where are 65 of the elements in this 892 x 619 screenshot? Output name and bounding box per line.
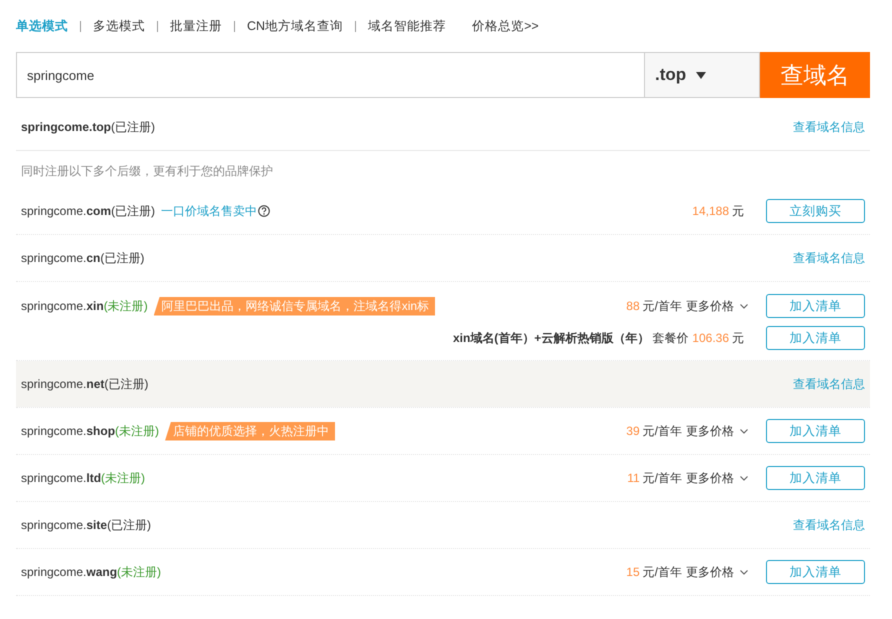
registration-status: (已注册) — [111, 202, 156, 220]
promo-tag: 店铺的优质选择，火热注册中 — [165, 422, 336, 440]
view-domain-info-link[interactable]: 查看域名信息 — [793, 516, 865, 534]
domain-name: springcome.xin — [21, 299, 104, 313]
bundle-price: 106.36 — [692, 331, 729, 345]
price-unit: 元/首年 — [642, 470, 682, 486]
domain-name: springcome.wang — [21, 565, 118, 579]
mode-tab[interactable]: CN地方域名查询 — [234, 20, 356, 32]
registration-status: (未注册) — [117, 564, 162, 580]
price-overview-link[interactable]: 价格总览>> — [472, 18, 539, 34]
registration-status: (已注册) — [111, 118, 156, 136]
chevron-down-icon — [740, 428, 748, 434]
domain-search-field[interactable]: springcome — [16, 52, 644, 98]
more-prices-link[interactable]: 更多价格 — [686, 470, 748, 486]
add-to-cart-button[interactable]: 加入清单 — [766, 419, 865, 443]
domain-name: springcome.shop — [21, 424, 116, 438]
domain-name: springcome.cn — [21, 251, 100, 265]
mode-tab[interactable]: 多选模式 — [80, 20, 157, 32]
domain-name: springcome.ltd — [21, 471, 102, 485]
add-to-cart-button[interactable]: 加入清单 — [766, 326, 865, 350]
registration-status: (已注册) — [100, 250, 144, 266]
view-domain-info-link[interactable]: 查看域名信息 — [793, 376, 865, 392]
domain-name: springcome.site — [21, 518, 108, 532]
chevron-down-icon — [740, 570, 748, 574]
view-domain-info-link[interactable]: 查看域名信息 — [793, 250, 865, 266]
mode-tab[interactable]: 批量注册 — [157, 20, 234, 32]
domain-name: springcome.top — [21, 120, 112, 134]
add-to-cart-button[interactable]: 加入清单 — [766, 560, 865, 584]
more-prices-link[interactable]: 更多价格 — [686, 298, 748, 314]
suffix-dropdown[interactable]: .top — [644, 52, 760, 98]
domain-name: springcome.net — [21, 377, 104, 391]
price: 88 — [626, 299, 640, 313]
registration-status: (已注册) — [104, 376, 148, 392]
hint-text: 同时注册以下多个后缀，更有利于您的品牌保护 — [21, 164, 273, 178]
registration-status: (未注册) — [104, 298, 148, 314]
chevron-down-icon — [740, 476, 748, 480]
price: 39 — [626, 424, 640, 438]
price-unit: 元/首年 — [642, 564, 682, 580]
more-prices-link[interactable]: 更多价格 — [686, 564, 748, 580]
bundle-name: xin域名(首年）+云解析热销版（年） — [452, 330, 650, 346]
buy-now-button[interactable]: 立刻购买 — [766, 199, 865, 223]
price-unit: 元 — [732, 330, 744, 346]
view-domain-info-link[interactable]: 查看域名信息 — [793, 118, 865, 136]
fixed-price-sale-link[interactable]: 一口价域名售卖中 — [161, 202, 258, 220]
add-to-cart-button[interactable]: 加入清单 — [766, 466, 865, 490]
bundle-price-label: 套餐价 — [652, 330, 688, 346]
price-unit: 元/首年 — [642, 298, 682, 314]
price: 11 — [627, 471, 640, 485]
price-unit: 元/首年 — [642, 422, 682, 440]
price: 14,188 — [692, 204, 729, 218]
promo-tag: 阿里巴巴出品，网络诚信专属域名，注域名得xin标 — [154, 296, 436, 316]
more-prices-link[interactable]: 更多价格 — [686, 422, 748, 440]
price: 15 — [626, 565, 640, 579]
mode-tab[interactable]: 域名智能推荐 — [355, 20, 458, 32]
chevron-down-icon — [740, 304, 748, 308]
caret-icon — [696, 72, 706, 78]
registration-status: (未注册) — [101, 470, 146, 486]
price-unit: 元 — [732, 202, 744, 220]
registration-status: (未注册) — [115, 422, 160, 440]
mode-tab[interactable]: 单选模式 — [16, 20, 80, 32]
registration-status: (已注册) — [107, 516, 152, 534]
add-to-cart-button[interactable]: 加入清单 — [766, 294, 865, 318]
domain-name: springcome.com — [21, 204, 112, 218]
search-button[interactable]: 查域名 — [760, 52, 870, 98]
help-icon[interactable] — [258, 205, 270, 217]
